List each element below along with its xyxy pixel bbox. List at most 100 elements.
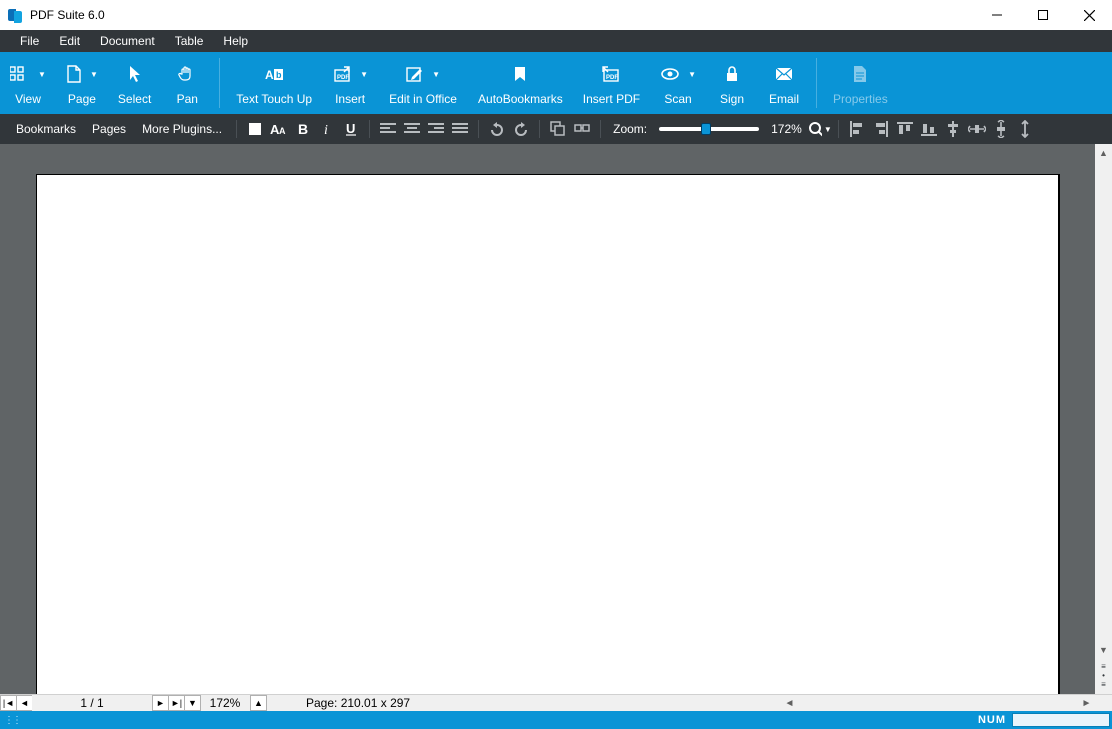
page-nav-icons: ≡ • ≡ (1101, 658, 1106, 694)
redo-button[interactable] (509, 117, 533, 141)
scroll-track[interactable] (1095, 161, 1112, 641)
svg-text:U: U (346, 122, 355, 136)
zoom-slider[interactable] (659, 119, 759, 139)
status-bar: ⋮⋮ NUM (0, 711, 1112, 729)
more-plugins-button[interactable]: More Plugins... (134, 118, 230, 140)
lock-icon (725, 65, 739, 83)
pan-button[interactable]: Pan (161, 52, 213, 114)
ribbon-toolbar: ▼ View ▼ Page Select Pan Ab Text Touch U… (0, 52, 1112, 114)
svg-text:B: B (298, 122, 308, 136)
pages-panel-button[interactable]: Pages (84, 118, 134, 140)
view-button[interactable]: ▼ View (0, 52, 56, 114)
first-page-button[interactable]: |◄ (0, 695, 17, 711)
hscroll-right-button[interactable]: ► (1078, 695, 1095, 711)
paste-button[interactable] (570, 117, 594, 141)
text-touch-up-button[interactable]: Ab Text Touch Up (226, 52, 322, 114)
zoom-tool-button[interactable]: ▼ (808, 117, 832, 141)
toolbar-separator (236, 120, 237, 138)
document-viewport[interactable] (0, 144, 1095, 694)
maximize-button[interactable] (1020, 0, 1066, 30)
undo-button[interactable] (485, 117, 509, 141)
select-button[interactable]: Select (108, 52, 161, 114)
nav-next-section-icon[interactable]: ≡ (1101, 682, 1106, 688)
align-left-button[interactable] (376, 117, 400, 141)
scroll-down-button[interactable]: ▼ (1095, 641, 1112, 658)
bold-button[interactable]: B (291, 117, 315, 141)
insert-button[interactable]: PDF▼ Insert (322, 52, 378, 114)
status-well (1012, 713, 1110, 727)
align-objects-top-button[interactable] (893, 117, 917, 141)
align-objects-left-button[interactable] (845, 117, 869, 141)
pdf-page[interactable] (36, 174, 1060, 694)
align-objects-center-v-button[interactable] (941, 117, 965, 141)
page-number-field[interactable]: 1 / 1 (32, 695, 152, 711)
svg-text:A: A (265, 68, 274, 82)
align-objects-right-button[interactable] (869, 117, 893, 141)
format-toolbar: Bookmarks Pages More Plugins... AA B i U… (0, 114, 1112, 144)
menu-edit[interactable]: Edit (49, 31, 90, 51)
properties-button[interactable]: Properties (823, 52, 898, 114)
zoom-level-field[interactable]: 172% (200, 696, 250, 710)
dropdown-icon: ▼ (688, 70, 696, 79)
email-icon (775, 67, 793, 81)
insert-pdf-icon: PDF (332, 65, 352, 83)
cursor-icon (128, 65, 142, 83)
last-page-button[interactable]: ►| (168, 695, 185, 711)
page-icon (66, 65, 82, 83)
dropdown-icon: ▼ (90, 70, 98, 79)
text-touchup-icon: Ab (263, 65, 285, 83)
minimize-button[interactable] (974, 0, 1020, 30)
toolbar-separator (600, 120, 601, 138)
insert-pdf-button[interactable]: PDF Insert PDF (573, 52, 650, 114)
menu-help[interactable]: Help (213, 31, 258, 51)
font-size-button[interactable]: AA (267, 117, 291, 141)
email-button[interactable]: Email (758, 52, 810, 114)
dropdown-icon: ▼ (38, 70, 46, 79)
nav-prev-section-icon[interactable]: ≡ (1101, 664, 1106, 670)
ribbon-separator (816, 58, 817, 108)
edit-in-office-button[interactable]: ▼ Edit in Office (378, 52, 468, 114)
scan-icon (660, 66, 680, 82)
nav-browse-icon[interactable]: • (1101, 673, 1106, 679)
align-right-button[interactable] (424, 117, 448, 141)
bookmark-icon (512, 65, 528, 83)
navigation-bar: |◄ ◄ 1 / 1 ► ►| ▼ 172% ▲ Page: 210.01 x … (0, 694, 1112, 711)
sign-button[interactable]: Sign (706, 52, 758, 114)
view-icon (10, 65, 30, 83)
page-button[interactable]: ▼ Page (56, 52, 108, 114)
menu-bar: File Edit Document Table Help (0, 30, 1112, 52)
ribbon-separator (219, 58, 220, 108)
svg-text:PDF: PDF (337, 75, 349, 81)
italic-button[interactable]: i (315, 117, 339, 141)
bookmarks-panel-button[interactable]: Bookmarks (8, 118, 84, 140)
fit-height-button[interactable] (1013, 117, 1037, 141)
menu-table[interactable]: Table (165, 31, 214, 51)
next-page-button[interactable]: ► (152, 695, 169, 711)
distribute-vertical-button[interactable] (989, 117, 1013, 141)
zoom-out-button[interactable]: ▼ (184, 695, 201, 711)
zoom-in-button[interactable]: ▲ (250, 695, 267, 711)
toolbar-separator (539, 120, 540, 138)
copy-button[interactable] (546, 117, 570, 141)
distribute-horizontal-button[interactable] (965, 117, 989, 141)
scroll-up-button[interactable]: ▲ (1095, 144, 1112, 161)
hand-icon (178, 65, 196, 83)
status-grip-icon: ⋮⋮ (0, 715, 14, 726)
prev-page-button[interactable]: ◄ (16, 695, 33, 711)
underline-button[interactable]: U (339, 117, 363, 141)
zoom-label: Zoom: (607, 122, 653, 136)
page-size-label: Page: 210.01 x 297 (266, 696, 410, 710)
align-objects-bottom-button[interactable] (917, 117, 941, 141)
hscroll-left-button[interactable]: ◄ (781, 695, 798, 711)
align-justify-button[interactable] (448, 117, 472, 141)
vertical-scrollbar[interactable]: ▲ ▼ ≡ • ≡ (1095, 144, 1112, 694)
close-button[interactable] (1066, 0, 1112, 30)
menu-file[interactable]: File (10, 31, 49, 51)
align-center-button[interactable] (400, 117, 424, 141)
autobookmarks-button[interactable]: AutoBookmarks (468, 52, 573, 114)
document-area: ▲ ▼ ≡ • ≡ (0, 144, 1112, 694)
scan-button[interactable]: ▼ Scan (650, 52, 706, 114)
font-color-button[interactable] (243, 117, 267, 141)
menu-document[interactable]: Document (90, 31, 165, 51)
app-title: PDF Suite 6.0 (30, 8, 105, 22)
